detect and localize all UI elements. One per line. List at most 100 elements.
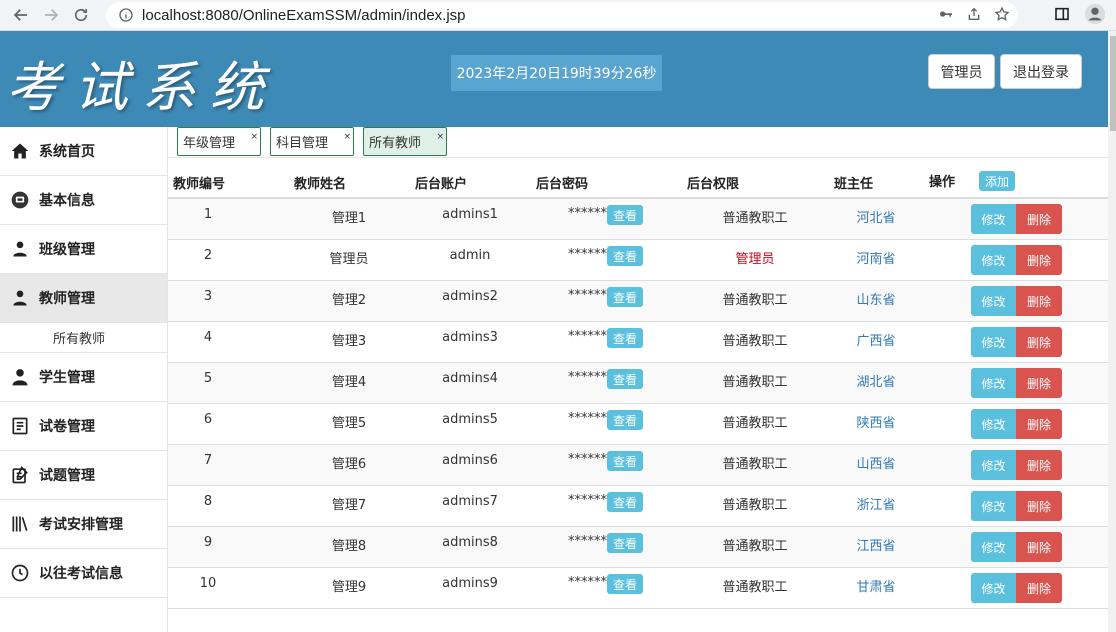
edit-button[interactable]: 修改	[971, 368, 1016, 398]
edit-button[interactable]: 修改	[971, 286, 1016, 316]
teacher-password: ******	[568, 206, 607, 221]
key-icon	[940, 11, 952, 17]
scrollbar-thumb[interactable]	[1110, 36, 1116, 131]
sidebar-item-basic-info[interactable]: 基本信息	[0, 176, 167, 225]
tab-label: 科目管理	[276, 136, 329, 151]
head-teacher-province[interactable]: 湖北省	[846, 371, 906, 390]
edit-button[interactable]: 修改	[971, 204, 1016, 234]
sidebar-item-label: 试卷管理	[39, 419, 95, 435]
delete-button[interactable]: 删除	[1016, 491, 1062, 521]
delete-button[interactable]: 删除	[1016, 368, 1062, 398]
teacher-account: admins6	[442, 453, 498, 468]
sidebar-subitem-all-teachers[interactable]: 所有教师	[0, 323, 167, 353]
edit-button[interactable]: 修改	[971, 245, 1016, 275]
head-teacher-province[interactable]: 陕西省	[846, 412, 906, 431]
teacher-password: ******	[568, 329, 607, 344]
url-text[interactable]: localhost:8080/OnlineExamSSM/admin/index…	[142, 7, 466, 24]
table-row: 5 管理4 admins4 ****** 查看 普通教职工 湖北省 修改 删除	[168, 363, 1108, 404]
head-teacher-province[interactable]: 河北省	[846, 207, 906, 226]
head-teacher-province[interactable]: 广西省	[846, 330, 906, 349]
delete-button[interactable]: 删除	[1016, 450, 1062, 480]
tab-label: 年级管理	[183, 136, 236, 151]
delete-button[interactable]: 删除	[1016, 327, 1062, 357]
head-teacher-province[interactable]: 山东省	[846, 289, 906, 308]
view-password-button[interactable]: 查看	[607, 451, 643, 471]
close-icon[interactable]: ×	[436, 132, 444, 142]
sidebar-item-label: 以往考试信息	[39, 566, 123, 582]
profile-icon[interactable]	[1084, 3, 1106, 25]
sidebar-item-label: 系统首页	[39, 144, 95, 160]
view-password-button[interactable]: 查看	[607, 574, 643, 594]
tab-subject[interactable]: 科目管理 ×	[270, 127, 354, 156]
view-password-button[interactable]: 查看	[607, 410, 643, 430]
add-teacher-button[interactable]: 添加	[979, 171, 1015, 191]
edit-button[interactable]: 修改	[971, 573, 1016, 603]
clock-icon	[10, 563, 30, 583]
head-teacher-province[interactable]: 山西省	[846, 453, 906, 472]
view-password-button[interactable]: 查看	[607, 287, 643, 307]
edit-button[interactable]: 修改	[971, 409, 1016, 439]
teacher-permission: 普通教职工	[722, 416, 788, 431]
sidebar-item-student[interactable]: 学生管理	[0, 353, 167, 402]
view-password-button[interactable]: 查看	[607, 328, 643, 348]
edit-button[interactable]: 修改	[971, 491, 1016, 521]
role-button[interactable]: 管理员	[928, 54, 995, 89]
teacher-name: 管理2	[331, 293, 367, 308]
view-password-button[interactable]: 查看	[607, 205, 643, 225]
teacher-password: ******	[568, 575, 607, 590]
sidebar-item-history[interactable]: 以往考试信息	[0, 549, 167, 598]
teacher-permission: 普通教职工	[722, 539, 788, 554]
teacher-account: admins8	[442, 535, 498, 550]
tab-grade[interactable]: 年级管理 ×	[177, 127, 261, 156]
teacher-permission: 普通教职工	[722, 457, 788, 472]
edit-button[interactable]: 修改	[971, 450, 1016, 480]
tab-all-teachers[interactable]: 所有教师 ×	[363, 127, 447, 156]
teacher-id: 3	[203, 289, 213, 304]
table-row: 4 管理3 admins3 ****** 查看 普通教职工 广西省 修改 删除	[168, 322, 1108, 363]
back-button[interactable]	[6, 3, 36, 27]
close-icon[interactable]: ×	[250, 132, 258, 142]
teacher-id: 1	[203, 207, 213, 222]
view-password-button[interactable]: 查看	[607, 533, 643, 553]
logout-button[interactable]: 退出登录	[1000, 54, 1082, 89]
teacher-permission: 普通教职工	[722, 498, 788, 513]
edit-button[interactable]: 修改	[971, 532, 1016, 562]
teacher-name: 管理6	[331, 457, 367, 472]
head-teacher-province[interactable]: 江西省	[846, 535, 906, 554]
delete-button[interactable]: 删除	[1016, 286, 1062, 316]
view-password-button[interactable]: 查看	[607, 369, 643, 389]
sidebar-item-paper[interactable]: 试卷管理	[0, 402, 167, 451]
edit-button[interactable]: 修改	[971, 327, 1016, 357]
forward-button[interactable]	[36, 3, 66, 27]
sidebar-item-home[interactable]: 系统首页	[0, 127, 167, 176]
sidebar-item-schedule[interactable]: 考试安排管理	[0, 500, 167, 549]
close-icon[interactable]: ×	[343, 132, 351, 142]
sidepanel-icon[interactable]	[1054, 6, 1070, 22]
sidebar-item-label: 教师管理	[39, 291, 95, 307]
teacher-name: 管理9	[331, 580, 367, 595]
view-password-button[interactable]: 查看	[607, 492, 643, 512]
head-teacher-province[interactable]: 河南省	[846, 248, 906, 267]
address-bar[interactable]: localhost:8080/OnlineExamSSM/admin/index…	[106, 2, 1018, 28]
view-password-button[interactable]: 查看	[607, 246, 643, 266]
delete-button[interactable]: 删除	[1016, 245, 1062, 275]
info-circle-icon	[119, 8, 133, 22]
col-permission: 后台权限	[687, 177, 740, 192]
delete-button[interactable]: 删除	[1016, 409, 1062, 439]
table-row: 2 管理员 admin ****** 查看 管理员 河南省 修改 删除	[168, 240, 1108, 281]
teacher-password: ******	[568, 534, 607, 549]
sidebar-item-label: 班级管理	[39, 242, 95, 258]
delete-button[interactable]: 删除	[1016, 573, 1062, 603]
reload-button[interactable]	[66, 3, 96, 27]
delete-button[interactable]: 删除	[1016, 532, 1062, 562]
table-row: 6 管理5 admins5 ****** 查看 普通教职工 陕西省 修改 删除	[168, 404, 1108, 445]
teacher-permission: 普通教职工	[722, 334, 788, 349]
sidebar-item-class[interactable]: 班级管理	[0, 225, 167, 274]
arrow-left-icon	[13, 9, 27, 21]
sidebar-item-question[interactable]: 试题管理	[0, 451, 167, 500]
head-teacher-province[interactable]: 甘肃省	[846, 576, 906, 595]
head-teacher-province[interactable]: 浙江省	[846, 494, 906, 513]
sidebar-item-teacher[interactable]: 教师管理	[0, 274, 167, 323]
delete-button[interactable]: 删除	[1016, 204, 1062, 234]
teacher-permission: 普通教职工	[722, 293, 788, 308]
